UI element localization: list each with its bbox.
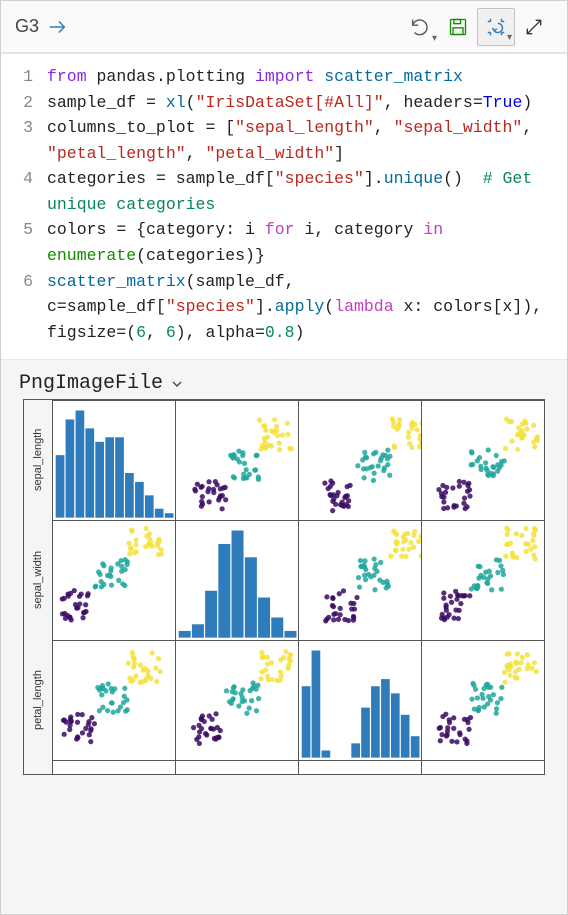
scatter-cell-partial — [298, 760, 421, 774]
line-number: 1 — [1, 64, 47, 90]
code-text[interactable]: from pandas.plotting import scatter_matr… — [47, 64, 567, 90]
histogram-cell: 765 — [52, 400, 175, 520]
code-text[interactable]: scatter_matrix(sample_df, c=sample_df["s… — [47, 269, 567, 346]
scatter-cell-partial — [421, 760, 544, 774]
scatter-cell: 432 — [52, 520, 175, 640]
axis-label: sepal_width — [24, 520, 52, 640]
line-number: 4 — [1, 166, 47, 217]
code-line[interactable]: 1from pandas.plotting import scatter_mat… — [1, 64, 567, 90]
undo-button[interactable]: ▾ — [401, 8, 439, 46]
histogram-cell — [175, 520, 298, 640]
chevron-down-icon — [169, 376, 185, 392]
code-text[interactable]: colors = {category: i for i, category in… — [47, 217, 567, 268]
line-number: 5 — [1, 217, 47, 268]
code-line[interactable]: 4categories = sample_df["species"].uniqu… — [1, 166, 567, 217]
line-number: 3 — [1, 115, 47, 166]
scatter-cell — [298, 520, 421, 640]
output-type-label: PngImageFile — [19, 372, 163, 395]
code-line[interactable]: 6scatter_matrix(sample_df, c=sample_df["… — [1, 269, 567, 346]
code-text[interactable]: sample_df = xl("IrisDataSet[#All]", head… — [47, 90, 567, 116]
save-button[interactable] — [439, 8, 477, 46]
code-editor[interactable]: 1from pandas.plotting import scatter_mat… — [1, 53, 567, 360]
axis-label: sepal_length — [24, 400, 52, 520]
code-line[interactable]: 3columns_to_plot = ["sepal_length", "sep… — [1, 115, 567, 166]
scatter-cell — [175, 400, 298, 520]
code-text[interactable]: columns_to_plot = ["sepal_length", "sepa… — [47, 115, 567, 166]
scatter-cell: 642 — [52, 640, 175, 760]
line-number: 6 — [1, 269, 47, 346]
insert-ref-button[interactable]: ▾ — [477, 8, 515, 46]
code-line[interactable]: 2sample_df = xl("IrisDataSet[#All]", hea… — [1, 90, 567, 116]
output-type-dropdown[interactable]: PngImageFile — [1, 360, 567, 399]
code-line[interactable]: 5colors = {category: i for i, category i… — [1, 217, 567, 268]
go-arrow-icon[interactable] — [47, 16, 69, 38]
scatter-cell-partial — [52, 760, 175, 774]
scatter-cell — [175, 640, 298, 760]
code-text[interactable]: categories = sample_df["species"].unique… — [47, 166, 567, 217]
scatter-matrix-output: sepal_length765sepal_width432petal_lengt… — [1, 399, 567, 775]
chevron-down-icon: ▾ — [507, 32, 512, 43]
expand-button[interactable] — [515, 8, 553, 46]
axis-label — [24, 760, 52, 774]
scatter-cell — [298, 400, 421, 520]
editor-header: G3 ▾ ▾ — [1, 1, 567, 53]
scatter-cell — [421, 520, 544, 640]
histogram-cell — [298, 640, 421, 760]
scatter-cell — [421, 400, 544, 520]
scatter-cell-partial — [175, 760, 298, 774]
chevron-down-icon: ▾ — [432, 33, 437, 44]
scatter-cell — [421, 640, 544, 760]
cell-reference: G3 — [15, 16, 39, 37]
line-number: 2 — [1, 90, 47, 116]
axis-label: petal_length — [24, 640, 52, 760]
